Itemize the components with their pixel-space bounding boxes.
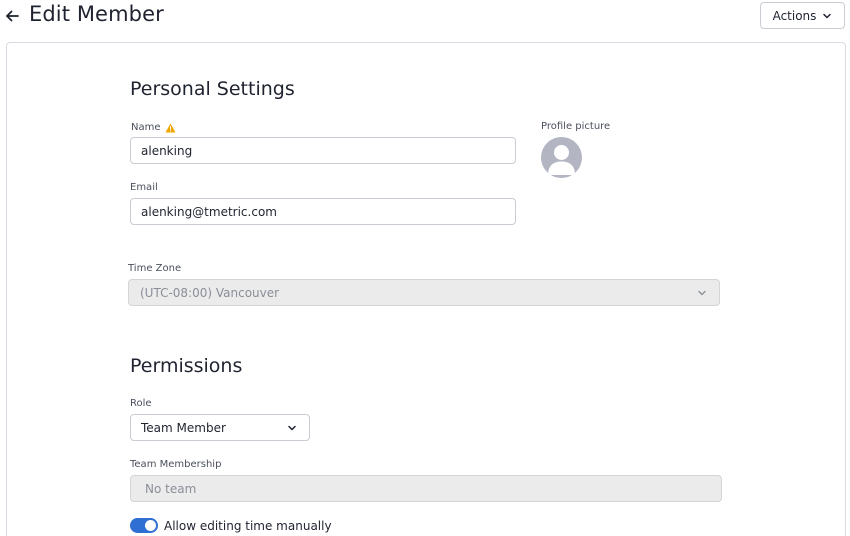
chevron-down-icon xyxy=(823,13,832,18)
page-title: Edit Member xyxy=(29,2,164,26)
profile-picture-label: Profile picture xyxy=(541,121,611,132)
role-select-value: Team Member xyxy=(141,420,226,435)
allow-editing-label: Allow editing time manually xyxy=(164,519,332,533)
actions-button[interactable]: Actions xyxy=(760,2,845,29)
warning-icon xyxy=(165,123,176,132)
name-label: Name xyxy=(131,122,176,133)
timezone-select-value: (UTC-08:00) Vancouver xyxy=(140,285,280,300)
user-avatar-icon[interactable] xyxy=(541,137,582,178)
name-input[interactable]: alenking xyxy=(130,137,516,164)
toggle-knob xyxy=(145,520,156,531)
chevron-down-icon xyxy=(288,425,296,431)
name-input-value: alenking xyxy=(141,143,193,158)
allow-editing-toggle[interactable] xyxy=(130,518,158,533)
chevron-down-icon xyxy=(698,290,706,296)
team-membership-value: No team xyxy=(145,481,197,496)
email-input-value: alenking@tmetric.com xyxy=(141,204,277,219)
email-label: Email xyxy=(130,182,158,193)
page-header: Edit Member Actions xyxy=(0,0,850,40)
timezone-label: Time Zone xyxy=(128,263,182,274)
team-membership-field: No team xyxy=(130,475,722,502)
role-select[interactable]: Team Member xyxy=(130,414,310,441)
role-label: Role xyxy=(130,398,152,409)
name-label-text: Name xyxy=(131,122,161,133)
back-button[interactable] xyxy=(4,6,22,26)
personal-settings-title: Personal Settings xyxy=(130,78,295,100)
permissions-title: Permissions xyxy=(130,355,243,377)
email-input[interactable]: alenking@tmetric.com xyxy=(130,198,516,225)
team-membership-label: Team Membership xyxy=(130,459,222,470)
actions-button-label: Actions xyxy=(772,8,817,23)
arrow-left-icon xyxy=(6,10,19,22)
timezone-select: (UTC-08:00) Vancouver xyxy=(128,279,720,306)
